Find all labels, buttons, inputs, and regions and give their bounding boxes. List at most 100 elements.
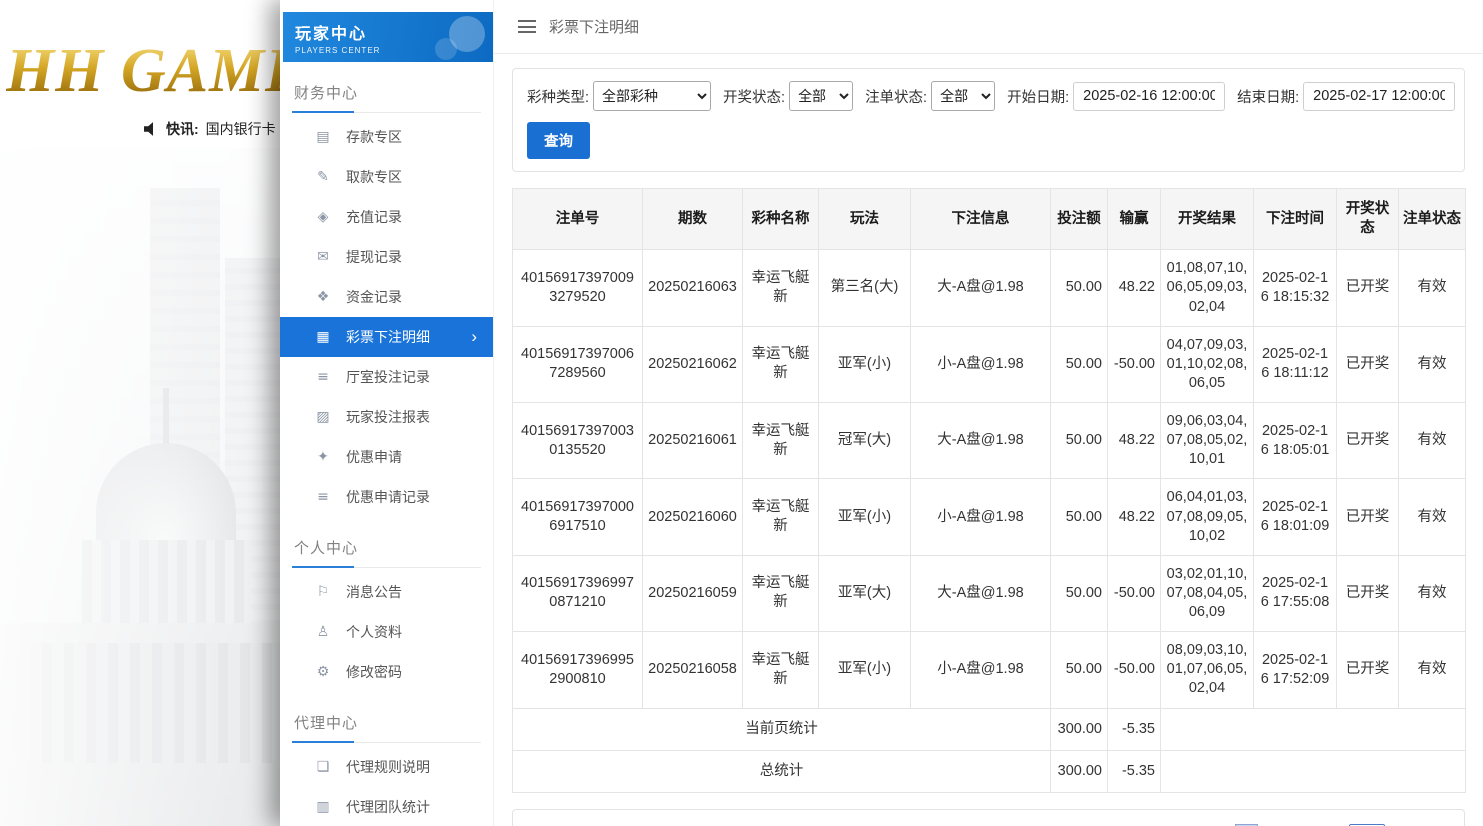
cell-bet_info: 大-A盘@1.98 xyxy=(911,250,1051,326)
summary-empty xyxy=(1161,750,1466,792)
lottery-type-select[interactable]: 全部彩种 xyxy=(593,81,711,111)
sidebar-item-label: 代理规则说明 xyxy=(346,757,430,777)
summary-empty xyxy=(1161,708,1466,750)
cell-amount: 50.00 xyxy=(1051,479,1108,555)
cell-order_no: 401569173969952900810 xyxy=(513,632,643,708)
cell-play: 亚军(大) xyxy=(819,555,911,631)
cell-bet_info: 小-A盘@1.98 xyxy=(911,632,1051,708)
table-row: 40156917396995290081020250216058幸运飞艇新亚军(… xyxy=(513,632,1466,708)
cell-amount: 50.00 xyxy=(1051,326,1108,402)
summary-row-current-page: 当前页统计 300.00 -5.35 xyxy=(513,708,1466,750)
cell-winloss: -50.00 xyxy=(1108,555,1161,631)
main-header: 彩票下注明细 xyxy=(494,0,1483,54)
table-row: 40156917397000691751020250216060幸运飞艇新亚军(… xyxy=(513,479,1466,555)
cell-play: 第三名(大) xyxy=(819,250,911,326)
sidebar-item-funds-records[interactable]: ❖资金记录 xyxy=(280,277,493,317)
withdrawal-records-icon: ✉ xyxy=(315,249,331,265)
sidebar-item-recharge-records[interactable]: ◈充值记录 xyxy=(280,197,493,237)
pagination-bar: 每页显示20条 共6条 首页 上一页 1 下一页 第 页 跳转 xyxy=(512,809,1465,826)
sidebar-item-profile[interactable]: ♙个人资料 xyxy=(280,612,493,652)
sidebar-item-hall-bet-records[interactable]: ≡ 厅室投注记录 xyxy=(280,357,493,397)
order-status-label: 注单状态: xyxy=(865,86,927,107)
column-header: 玩法 xyxy=(819,189,911,250)
cell-lottery: 幸运飞艇新 xyxy=(743,326,819,402)
sidebar-item-promo-apply[interactable]: ✦优惠申请 xyxy=(280,437,493,477)
column-header: 注单号 xyxy=(513,189,643,250)
sidebar-item-label: 优惠申请记录 xyxy=(346,487,430,507)
summary-label: 总统计 xyxy=(513,750,1051,792)
sidebar-item-label: 个人资料 xyxy=(346,622,402,642)
cell-order_no: 401569173970030135520 xyxy=(513,403,643,479)
column-header: 下注时间 xyxy=(1254,189,1337,250)
cell-time: 2025-02-16 18:15:32 xyxy=(1254,250,1337,326)
sidebar-section-heading: 财务中心 xyxy=(292,76,481,113)
cell-lottery: 幸运飞艇新 xyxy=(743,479,819,555)
agent-rules-icon: ❏ xyxy=(315,759,331,775)
ticker-text: 国内银行卡 xyxy=(206,119,276,139)
sidebar-section-heading: 个人中心 xyxy=(292,531,481,568)
column-header: 输赢 xyxy=(1108,189,1161,250)
draw-status-select[interactable]: 全部 xyxy=(789,81,853,111)
cell-play: 亚军(小) xyxy=(819,632,911,708)
sidebar-section-heading: 代理中心 xyxy=(292,706,481,743)
cell-result: 04,07,09,03,01,10,02,08,06,05 xyxy=(1161,326,1254,402)
end-date-input[interactable] xyxy=(1303,82,1455,111)
summary-amount: 300.00 xyxy=(1051,750,1108,792)
draw-status-label: 开奖状态: xyxy=(723,86,785,107)
cell-time: 2025-02-16 17:52:09 xyxy=(1254,632,1337,708)
sidebar-item-label: 取款专区 xyxy=(346,167,402,187)
cell-draw_status: 已开奖 xyxy=(1337,403,1399,479)
cell-bet_info: 小-A盘@1.98 xyxy=(911,479,1051,555)
sidebar-item-player-bet-report[interactable]: ▨玩家投注报表 xyxy=(280,397,493,437)
summary-winloss: -5.35 xyxy=(1108,708,1161,750)
sidebar-item-withdraw-zone[interactable]: ✎ 取款专区 xyxy=(280,157,493,197)
cell-period: 20250216059 xyxy=(643,555,743,631)
cell-winloss: 48.22 xyxy=(1108,250,1161,326)
cell-period: 20250216062 xyxy=(643,326,743,402)
cell-period: 20250216063 xyxy=(643,250,743,326)
chevron-right-icon: › xyxy=(471,327,477,347)
cell-lottery: 幸运飞艇新 xyxy=(743,250,819,326)
sidebar-item-change-password[interactable]: ⚙修改密码 xyxy=(280,652,493,692)
sidebar-item-label: 修改密码 xyxy=(346,662,402,682)
cell-order_status: 有效 xyxy=(1399,479,1466,555)
column-header: 期数 xyxy=(643,189,743,250)
sidebar-item-label: 代理团队统计 xyxy=(346,797,430,817)
table-row: 40156917397003013552020250216061幸运飞艇新冠军(… xyxy=(513,403,1466,479)
sidebar-item-lottery-bet-details[interactable]: ▦彩票下注明细› xyxy=(280,317,493,357)
column-header: 彩种名称 xyxy=(743,189,819,250)
player-center-panel: 玩家中心 PLAYERS CENTER 财务中心▤存款专区✎取款专区◈充值记录✉… xyxy=(280,0,1483,826)
cell-draw_status: 已开奖 xyxy=(1337,250,1399,326)
sidebar-item-promo-apply-records[interactable]: ≡优惠申请记录 xyxy=(280,477,493,517)
cell-amount: 50.00 xyxy=(1051,403,1108,479)
table-header-row: 注单号期数彩种名称玩法下注信息投注额输赢开奖结果下注时间开奖状态注单状态 xyxy=(513,189,1466,250)
sidebar-item-label: 厅室投注记录 xyxy=(346,367,430,387)
deposit-zone-icon: ▤ xyxy=(315,129,331,145)
column-header: 开奖状态 xyxy=(1337,189,1399,250)
withdraw-zone-icon: ✎ xyxy=(315,169,331,185)
cell-bet_info: 大-A盘@1.98 xyxy=(911,555,1051,631)
funds-records-icon: ❖ xyxy=(315,289,331,305)
cell-order_no: 401569173970006917510 xyxy=(513,479,643,555)
sidebar-header: 玩家中心 PLAYERS CENTER xyxy=(283,12,493,62)
cell-amount: 50.00 xyxy=(1051,555,1108,631)
order-status-select[interactable]: 全部 xyxy=(931,81,995,111)
cell-time: 2025-02-16 17:55:08 xyxy=(1254,555,1337,631)
recharge-records-icon: ◈ xyxy=(315,209,331,225)
start-date-input[interactable] xyxy=(1073,82,1225,111)
cell-result: 01,08,07,10,06,05,09,03,02,04 xyxy=(1161,250,1254,326)
end-date-label: 结束日期: xyxy=(1237,86,1299,107)
main-area: 彩票下注明细 彩种类型: 全部彩种 开奖状态: 全部 xyxy=(494,0,1483,826)
sidebar-item-agent-team-stats[interactable]: ▥代理团队统计 xyxy=(280,787,493,826)
cell-draw_status: 已开奖 xyxy=(1337,632,1399,708)
sidebar-item-deposit-zone[interactable]: ▤存款专区 xyxy=(280,117,493,157)
sidebar-item-withdrawal-records[interactable]: ✉提现记录 xyxy=(280,237,493,277)
cell-period: 20250216060 xyxy=(643,479,743,555)
sidebar-item-agent-rules[interactable]: ❏ 代理规则说明 xyxy=(280,747,493,787)
menu-icon[interactable] xyxy=(518,20,536,33)
sidebar-subtitle: PLAYERS CENTER xyxy=(295,46,481,55)
sidebar-item-announcements[interactable]: ⚐消息公告 xyxy=(280,572,493,612)
cell-bet_info: 大-A盘@1.98 xyxy=(911,403,1051,479)
hall-bet-records-icon: ≡ xyxy=(315,369,331,385)
search-button[interactable]: 查询 xyxy=(527,122,590,159)
